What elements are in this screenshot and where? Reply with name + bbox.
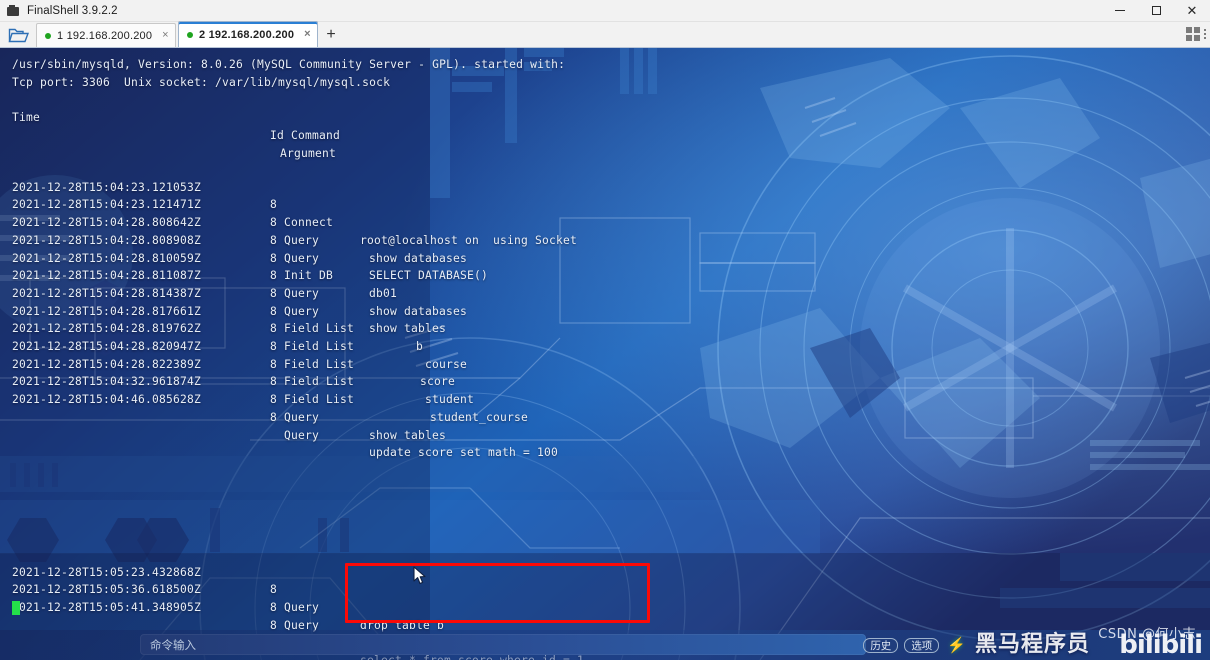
add-tab-button[interactable]: +: [320, 23, 342, 47]
log-command: Query: [284, 233, 320, 247]
log-id: 8: [270, 286, 278, 300]
log-id: 8: [270, 375, 278, 389]
log-command: Field List: [284, 357, 355, 371]
tab-close-icon[interactable]: ×: [304, 29, 310, 40]
log-argument: course: [425, 357, 468, 371]
monitor-icon: [7, 5, 20, 16]
log-command: Field List: [284, 322, 355, 336]
column-header-id-command: Id Command: [270, 128, 341, 142]
status-bar-right: 历史 选项 ⚡: [857, 630, 1210, 660]
log-argument: show databases: [369, 304, 468, 318]
log-id: 8: [270, 269, 278, 283]
window-controls: ✕: [1102, 0, 1210, 22]
log-command: Query: [284, 428, 320, 442]
log-argument: show tables: [369, 428, 447, 442]
log-argument: student: [425, 393, 475, 407]
log-command: Query: [284, 251, 320, 265]
log-id: 8: [270, 216, 278, 230]
log-command: Field List: [284, 393, 355, 407]
log-command: Query: [284, 601, 320, 615]
finalshell-window: FinalShell 3.9.2.2 ✕ 1 192.168.200.200 ×…: [0, 0, 1210, 660]
terminal-header-line: Tcp port: 3306 Unix socket: /var/lib/mys…: [12, 75, 391, 89]
log-argument: b: [416, 340, 424, 353]
lightning-icon[interactable]: ⚡: [947, 638, 966, 653]
maximize-button[interactable]: [1138, 0, 1174, 22]
tabbar-toolbar: [1186, 21, 1210, 47]
log-timestamp: 2021-12-28T15:05:41.348905Z: [12, 601, 202, 615]
command-input[interactable]: 命令输入: [140, 634, 866, 655]
terminal-header-line: /usr/sbin/mysqld, Version: 8.0.26 (MySQL…: [12, 58, 566, 71]
log-id: 8: [270, 393, 278, 407]
log-id: 8: [270, 357, 278, 371]
log-id: 8: [270, 322, 278, 336]
log-command: Query: [284, 410, 320, 424]
options-button[interactable]: 选项: [904, 637, 940, 653]
log-argument: score: [420, 375, 456, 389]
log-command: Field List: [284, 340, 355, 353]
tab-close-icon[interactable]: ×: [162, 30, 168, 41]
log-id: 8: [270, 198, 278, 212]
close-button[interactable]: ✕: [1174, 0, 1210, 22]
tab-label: 2 192.168.200.200: [199, 28, 295, 41]
log-argument: root@localhost on using Socket: [360, 233, 578, 247]
log-argument: db01: [369, 286, 398, 300]
tab-session-2[interactable]: 2 192.168.200.200 ×: [178, 21, 318, 47]
maximize-icon: [1151, 6, 1161, 15]
terminal-output: /usr/sbin/mysqld, Version: 8.0.26 (MySQL…: [0, 48, 1210, 660]
log-command: Query: [284, 304, 320, 318]
log-id: 8: [270, 251, 278, 265]
log-id: 8: [270, 583, 278, 597]
block-cursor: [12, 601, 20, 615]
log-timestamp: 2021-12-28T15:04:46.085628Z: [12, 393, 202, 407]
minimize-icon: [1115, 10, 1125, 11]
history-button[interactable]: 历史: [863, 637, 899, 653]
log-argument: show tables: [369, 322, 447, 336]
minimize-button[interactable]: [1102, 0, 1138, 22]
log-command: Field List: [284, 375, 355, 389]
log-command: Query: [284, 286, 320, 300]
status-bar: 命令输入 历史 选项 ⚡ 黑马程序员 bilibili CSDN @何小志: [0, 627, 1210, 660]
log-command: Connect: [284, 216, 334, 230]
grid-layout-icon[interactable]: [1186, 27, 1200, 41]
log-id: 8: [270, 340, 278, 353]
log-column-headers: Time Id Command Argument: [12, 91, 712, 180]
log-argument: student_course: [430, 410, 529, 424]
tab-label: 1 192.168.200.200: [57, 29, 153, 42]
mouse-cursor-icon: [413, 566, 426, 585]
status-dot-icon: [45, 32, 51, 39]
log-row: 2021-12-28T15:04:46.085628Z 8 Query upda…: [12, 373, 558, 479]
column-header-time: Time: [12, 111, 41, 125]
log-id: 8: [270, 410, 278, 424]
column-header-argument: Argument: [280, 146, 337, 160]
close-icon: ✕: [1186, 3, 1198, 18]
terminal-pane[interactable]: /usr/sbin/mysqld, Version: 8.0.26 (MySQL…: [0, 48, 1210, 660]
more-dots-icon[interactable]: [1204, 29, 1206, 39]
log-id: 8: [270, 304, 278, 318]
log-id: 8: [270, 233, 278, 247]
open-folder-icon[interactable]: [8, 26, 30, 44]
tab-bar: 1 192.168.200.200 × 2 192.168.200.200 × …: [0, 21, 1210, 48]
status-dot-icon: [187, 31, 193, 38]
title-bar: FinalShell 3.9.2.2 ✕: [0, 0, 1210, 22]
log-argument: SELECT DATABASE(): [369, 269, 489, 283]
log-argument: update score set math = 100: [369, 446, 559, 460]
tab-session-1[interactable]: 1 192.168.200.200 ×: [36, 23, 176, 47]
log-argument: show databases: [369, 251, 468, 265]
log-command: Init DB: [284, 269, 334, 283]
window-title: FinalShell 3.9.2.2: [27, 4, 118, 17]
log-id: 8: [270, 601, 278, 615]
